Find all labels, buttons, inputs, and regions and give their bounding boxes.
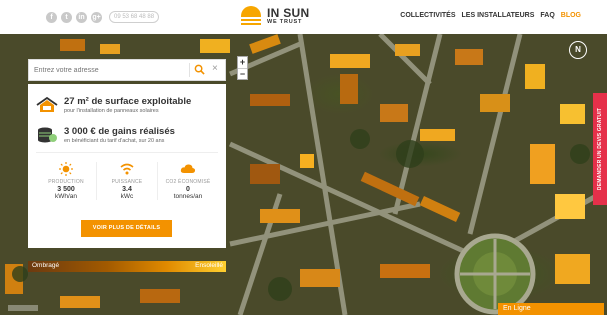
google-plus-icon[interactable]: g+ [91, 11, 102, 23]
stat-unit: kWc [120, 193, 134, 200]
logo[interactable]: IN SUN WE TRUST [240, 5, 309, 27]
legend-sunny: Ensoleillé [195, 262, 223, 269]
surface-subtitle: pour l'installation de panneaux solaires [64, 108, 159, 114]
wifi-power-icon [120, 163, 134, 175]
search-icon[interactable] [194, 64, 205, 75]
stat-co2: CO2 ÉCONOMISÉ 0 tonnes/an [157, 162, 218, 200]
quote-request-label: DEMANDER UN DEVIS GRATUIT [597, 107, 603, 191]
legend-shaded: Ombragé [32, 262, 60, 269]
address-search: × [28, 59, 226, 81]
address-input[interactable] [29, 60, 189, 80]
stat-label: CO2 ÉCONOMISÉ [165, 179, 211, 185]
results-panel: 27 m² de surface exploitable pour l'inst… [28, 84, 226, 248]
roof-icon [36, 96, 58, 112]
stat-label: PRODUCTION [48, 179, 84, 185]
details-button[interactable]: VOIR PLUS DE DÉTAILS [81, 220, 172, 237]
nav-collectivites[interactable]: COLLECTIVITÉS [400, 12, 455, 19]
nav-blog[interactable]: BLOG [561, 12, 581, 19]
surface-title: 27 m² de surface exploitable [64, 96, 192, 107]
logo-title: IN SUN [267, 5, 310, 20]
compass-icon[interactable]: N [569, 41, 587, 59]
sun-logo-icon [240, 5, 262, 27]
gains-result: 3 000 € de gains réalisés en bénéficiant… [36, 126, 175, 144]
stat-puissance: PUISSANCE 3.4 kWc [96, 162, 157, 200]
linkedin-icon[interactable]: in [76, 11, 87, 23]
facebook-icon[interactable]: f [46, 11, 57, 23]
stat-unit: kWh/an [54, 193, 78, 200]
sun-icon [59, 162, 73, 176]
social-links: f t in g+ 09 53 68 48 88 [46, 11, 160, 23]
zoom-out-button[interactable]: − [238, 68, 247, 79]
stats-row: PRODUCTION 3 500 kWh/an PUISSANCE 3.4 kW… [36, 162, 218, 200]
stat-value: 0 [186, 186, 190, 193]
sun-exposure-legend: Ombragé Ensoleillé [28, 261, 226, 272]
surface-result: 27 m² de surface exploitable pour l'inst… [36, 96, 191, 114]
twitter-icon[interactable]: t [61, 11, 72, 23]
phone-number[interactable]: 09 53 68 48 88 [109, 11, 160, 23]
clear-icon[interactable]: × [212, 63, 218, 74]
divider [36, 152, 218, 153]
stat-value: 3.4 [122, 186, 132, 193]
top-header: f t in g+ 09 53 68 48 88 IN SUN WE TRUST… [0, 0, 607, 34]
zoom-control: + − [237, 56, 248, 80]
stat-production: PRODUCTION 3 500 kWh/an [36, 162, 96, 200]
stat-unit: tonnes/an [173, 193, 203, 200]
quote-request-tab[interactable]: DEMANDER UN DEVIS GRATUIT [593, 93, 607, 205]
map-attribution [8, 305, 38, 311]
nav-installateurs[interactable]: LES INSTALLATEURS [462, 12, 535, 19]
zoom-in-button[interactable]: + [238, 57, 247, 68]
stat-label: PUISSANCE [111, 179, 143, 185]
coins-icon [38, 127, 57, 143]
gains-subtitle: en bénéficiant du tarif d'achat, sur 20 … [64, 138, 165, 144]
logo-tagline: WE TRUST [267, 18, 303, 25]
gains-title: 3 000 € de gains réalisés [64, 126, 175, 137]
cloud-icon [180, 164, 196, 173]
main-nav: COLLECTIVITÉS LES INSTALLATEURS FAQ BLOG [400, 12, 581, 19]
chat-online-button[interactable]: En Ligne [498, 303, 604, 315]
stat-value: 3 500 [57, 186, 75, 193]
nav-faq[interactable]: FAQ [540, 12, 554, 19]
